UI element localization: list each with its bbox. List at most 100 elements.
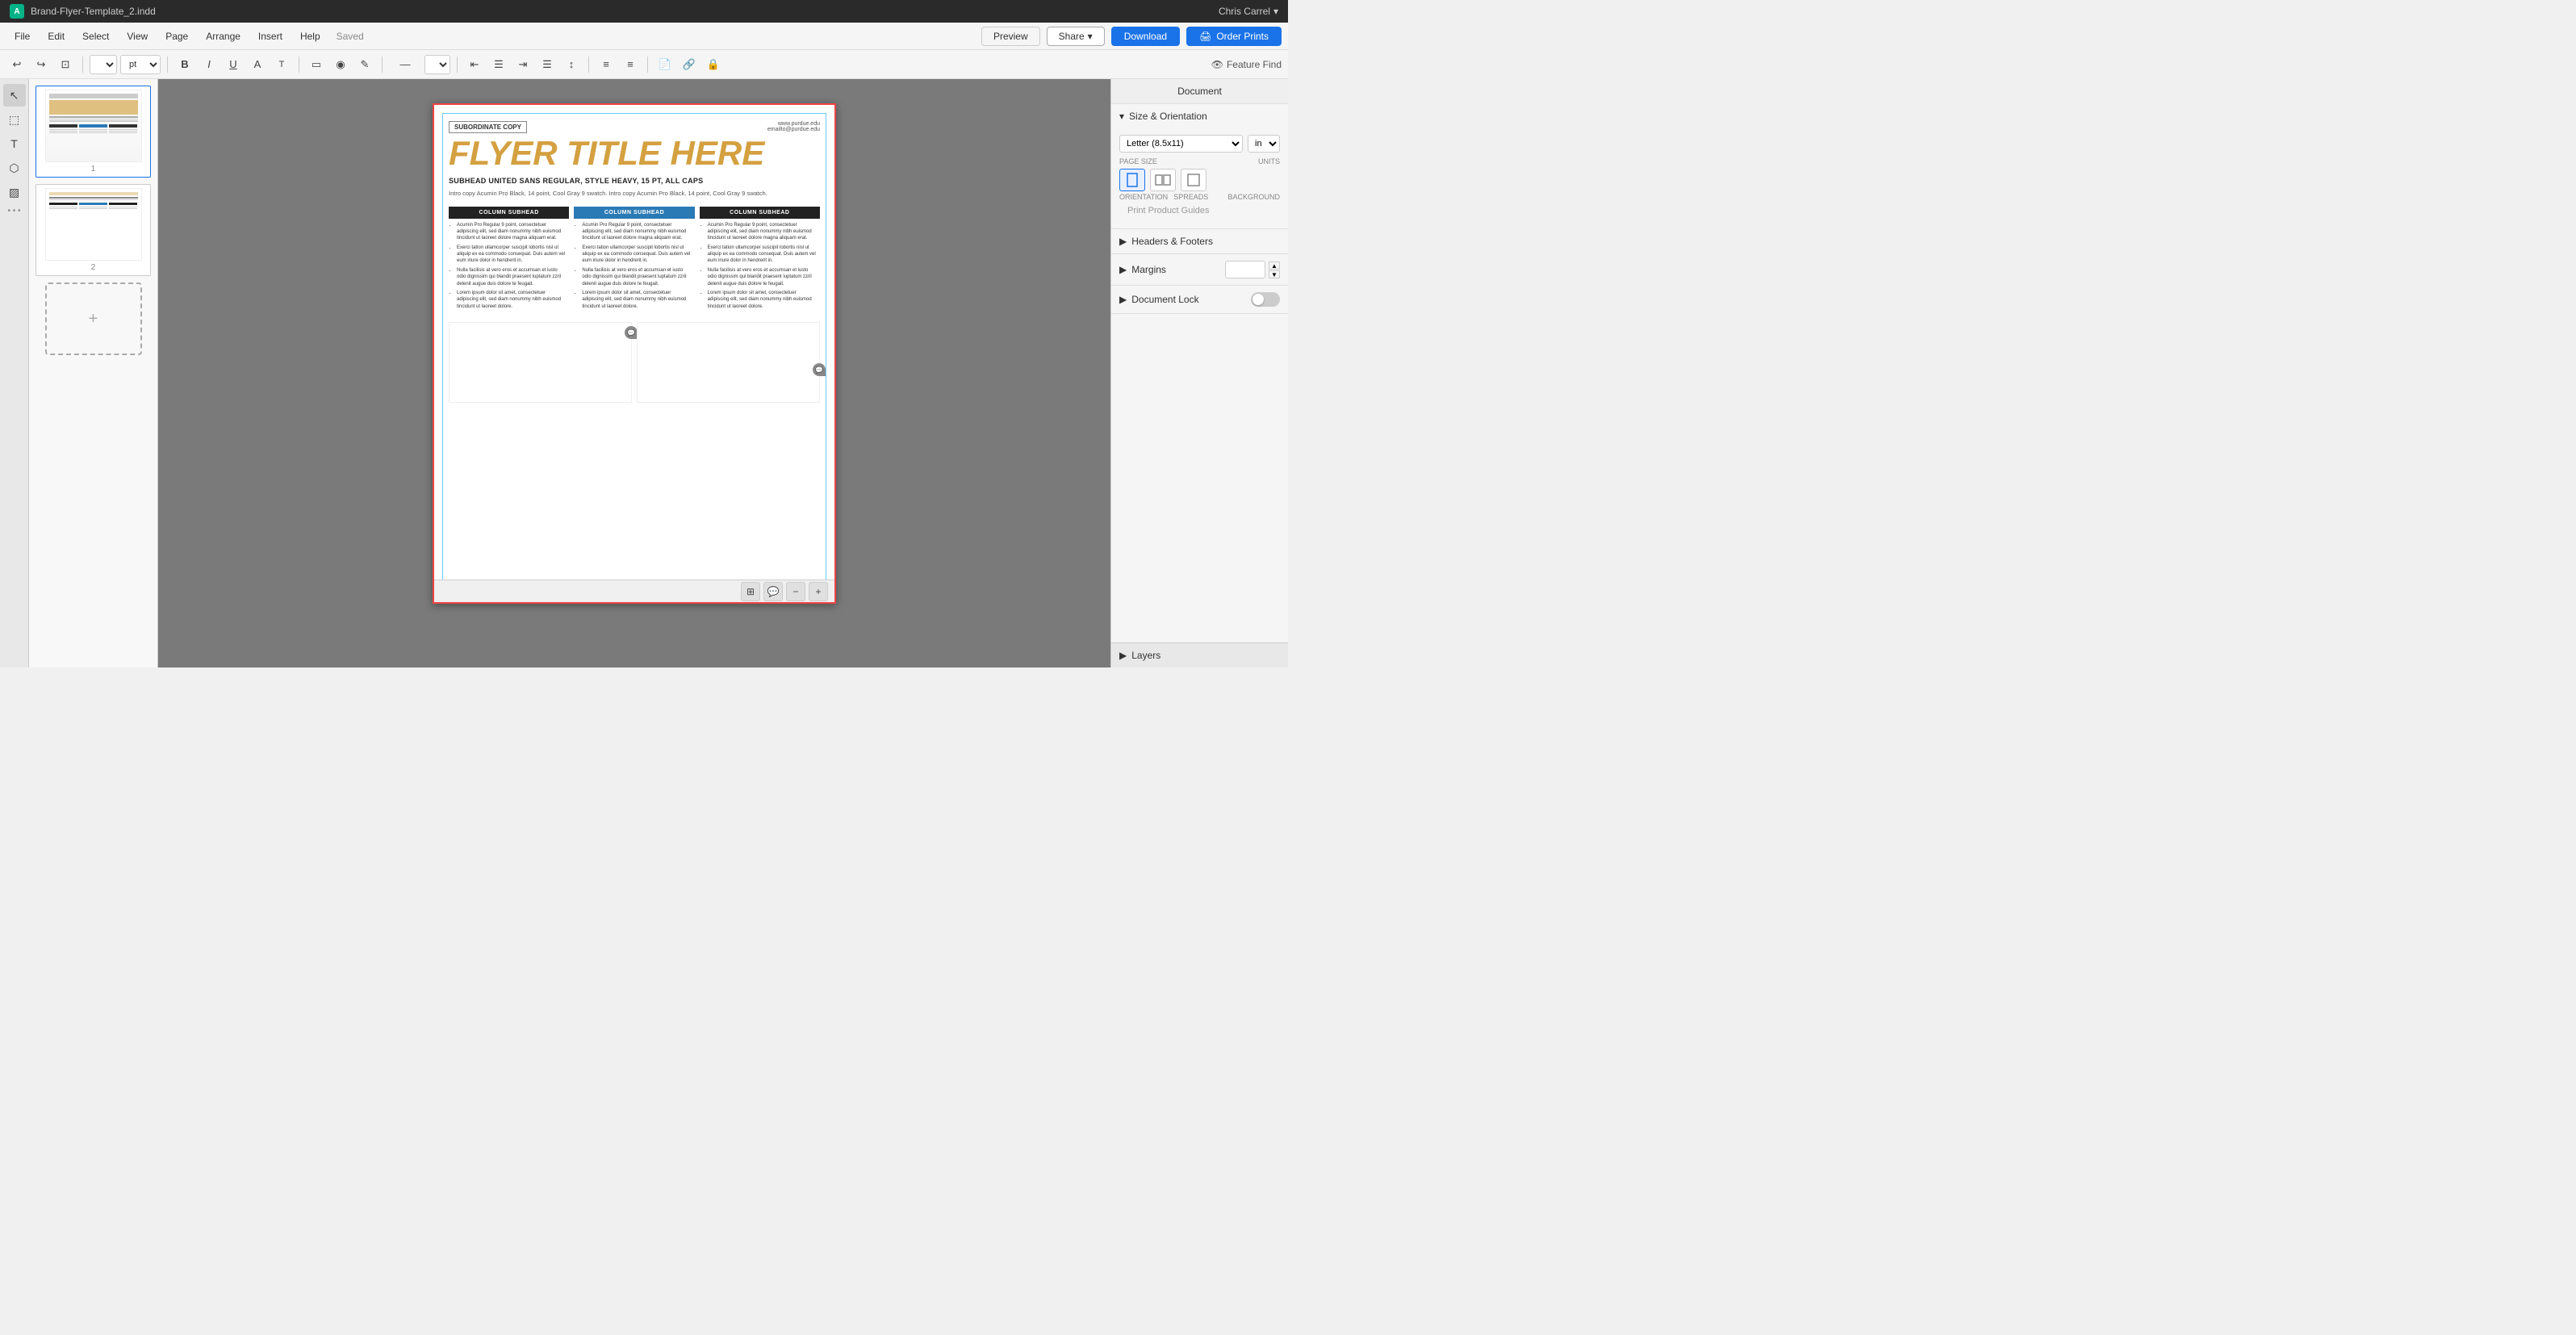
bottom-right: 💬: [637, 322, 820, 403]
zoom-in-button[interactable]: +: [809, 582, 828, 601]
align-left-button[interactable]: ⇤: [464, 54, 485, 75]
document-lock-chevron-icon: ▶: [1119, 294, 1127, 305]
page-size-select[interactable]: Letter (8.5x11) A4 Custom: [1119, 135, 1243, 153]
align-justify-button[interactable]: ☰: [537, 54, 558, 75]
col-2-bullet-3: Nulla facilisis at vero eros et accumsan…: [582, 267, 692, 287]
download-button[interactable]: Download: [1111, 27, 1180, 46]
menu-view[interactable]: View: [119, 27, 156, 45]
spreads-button[interactable]: [1150, 169, 1176, 191]
app-icon: A: [10, 4, 24, 19]
col-1-bullet-1: Acumin Pro Regular 9 point, consectetuer…: [457, 222, 567, 242]
grid-view-button[interactable]: ⊞: [741, 582, 760, 601]
size-orientation-label: Size & Orientation: [1129, 111, 1207, 122]
page-2-preview: [45, 188, 142, 261]
background-label: BACKGROUND: [1228, 193, 1281, 201]
line-spacing-button[interactable]: ↕: [561, 54, 582, 75]
shape-tool[interactable]: ⬡: [3, 157, 26, 179]
size-orientation-header[interactable]: ▾ Size & Orientation: [1111, 104, 1288, 128]
page-thumb-1[interactable]: 1: [36, 86, 151, 178]
frame-tool[interactable]: ⬚: [3, 108, 26, 131]
right-actions: Preview Share ▾ Download 🖨 Order Prints: [981, 27, 1282, 46]
col-1-bullet-2: Exerci tation ullamcorper suscipit lobor…: [457, 245, 567, 265]
menu-file[interactable]: File: [6, 27, 38, 45]
page-thumb-2[interactable]: 2: [36, 184, 151, 276]
share-button[interactable]: Share ▾: [1047, 27, 1105, 46]
background-group: [1181, 169, 1206, 191]
menu-bar: File Edit Select View Page Arrange Inser…: [0, 23, 1288, 50]
page-break-button[interactable]: 📄: [654, 54, 675, 75]
menu-edit[interactable]: Edit: [40, 27, 73, 45]
add-page-button[interactable]: +: [45, 282, 142, 355]
zoom-out-button[interactable]: −: [786, 582, 805, 601]
add-page-container: +: [36, 282, 151, 355]
pages-panel: 1 2 +: [29, 79, 158, 668]
contact-line1: www.purdue.edu: [767, 121, 820, 127]
align-center-button[interactable]: ☰: [488, 54, 509, 75]
copy-style-button[interactable]: ⊡: [55, 54, 76, 75]
page-size-row: Letter (8.5x11) A4 Custom in mm px: [1119, 135, 1280, 153]
link-button[interactable]: 🔗: [679, 54, 700, 75]
margins-value-input[interactable]: [1225, 261, 1265, 278]
toolbar: ↩ ↪ ⊡ pt B I U A T ▭ ◉ ✎ — ⇤ ☰ ⇥ ☰ ↕ ≡ ≡…: [0, 50, 1288, 79]
bullet-list-button[interactable]: ≡: [596, 54, 617, 75]
align-right-button[interactable]: ⇥: [512, 54, 533, 75]
layers-bar[interactable]: ▶ Layers: [1111, 642, 1288, 668]
feature-find[interactable]: 👁 Feature Find: [1211, 59, 1282, 70]
comment-icon-2[interactable]: 💬: [813, 363, 826, 376]
bottom-left: 💬: [449, 322, 632, 403]
document-lock-toggle[interactable]: [1251, 292, 1280, 307]
orientation-portrait-button[interactable]: [1119, 169, 1145, 191]
menu-page[interactable]: Page: [157, 27, 196, 45]
column-3: COLUMN SUBHEAD Acumin Pro Regular 9 poin…: [700, 207, 820, 316]
caps-button[interactable]: A: [247, 54, 268, 75]
underline-button[interactable]: U: [223, 54, 244, 75]
lock-button[interactable]: 🔒: [703, 54, 724, 75]
size-orientation-section: ▾ Size & Orientation Letter (8.5x11) A4 …: [1111, 104, 1288, 229]
margins-header[interactable]: ▶ Margins ▲ ▼: [1111, 254, 1288, 285]
user-menu[interactable]: Chris Carrel ▾: [1219, 6, 1278, 17]
caps-t-button[interactable]: T: [271, 54, 292, 75]
pen-button[interactable]: ✎: [354, 54, 375, 75]
document-canvas: SUBORDINATE COPY www.purdue.edu emailto@…: [433, 103, 836, 604]
orientation-label: ORIENTATION: [1119, 193, 1170, 201]
preview-button[interactable]: Preview: [981, 27, 1040, 46]
line-size-selector[interactable]: [424, 55, 450, 74]
order-prints-button[interactable]: 🖨 Order Prints: [1186, 27, 1282, 46]
num-list-button[interactable]: ≡: [620, 54, 641, 75]
redo-button[interactable]: ↪: [31, 54, 52, 75]
bold-button[interactable]: B: [174, 54, 195, 75]
orientation-portrait-group: [1119, 169, 1145, 191]
spreads-label: SPREADS: [1173, 193, 1224, 201]
image-tool[interactable]: ▨: [3, 181, 26, 203]
frame-button[interactable]: ▭: [306, 54, 327, 75]
headers-footers-header[interactable]: ▶ Headers & Footers: [1111, 229, 1288, 253]
margins-up-button[interactable]: ▲: [1269, 262, 1280, 270]
layers-chevron-icon: ▶: [1119, 650, 1127, 661]
more-tools[interactable]: • • •: [7, 207, 20, 216]
units-select[interactable]: in mm px: [1248, 135, 1280, 153]
margins-down-button[interactable]: ▼: [1269, 270, 1280, 278]
print-guides-label: Print Product Guides: [1127, 206, 1210, 216]
font-size-selector[interactable]: pt: [120, 55, 161, 74]
menu-select[interactable]: Select: [74, 27, 117, 45]
margins-label: Margins: [1131, 264, 1166, 275]
undo-button[interactable]: ↩: [6, 54, 27, 75]
background-button[interactable]: [1181, 169, 1206, 191]
font-selector[interactable]: [90, 55, 117, 74]
menu-insert[interactable]: Insert: [250, 27, 291, 45]
canvas-area[interactable]: SUBORDINATE COPY www.purdue.edu emailto@…: [158, 79, 1110, 668]
menu-help[interactable]: Help: [292, 27, 328, 45]
margins-stepper: ▲ ▼: [1269, 262, 1280, 278]
units-label: UNITS: [1258, 157, 1280, 165]
comment-icon-1[interactable]: 💬: [625, 326, 638, 339]
comments-button[interactable]: 💬: [763, 582, 783, 601]
fill-button[interactable]: ◉: [330, 54, 351, 75]
col-3-body: Acumin Pro Regular 9 point, consectetuer…: [700, 219, 820, 316]
italic-button[interactable]: I: [199, 54, 220, 75]
col-1-subhead: COLUMN SUBHEAD: [449, 207, 569, 219]
line-style-button[interactable]: —: [389, 54, 421, 75]
select-tool[interactable]: ↖: [3, 84, 26, 107]
binoculars-icon: 👁: [1211, 59, 1223, 70]
text-tool[interactable]: T: [3, 132, 26, 155]
menu-arrange[interactable]: Arrange: [198, 27, 249, 45]
